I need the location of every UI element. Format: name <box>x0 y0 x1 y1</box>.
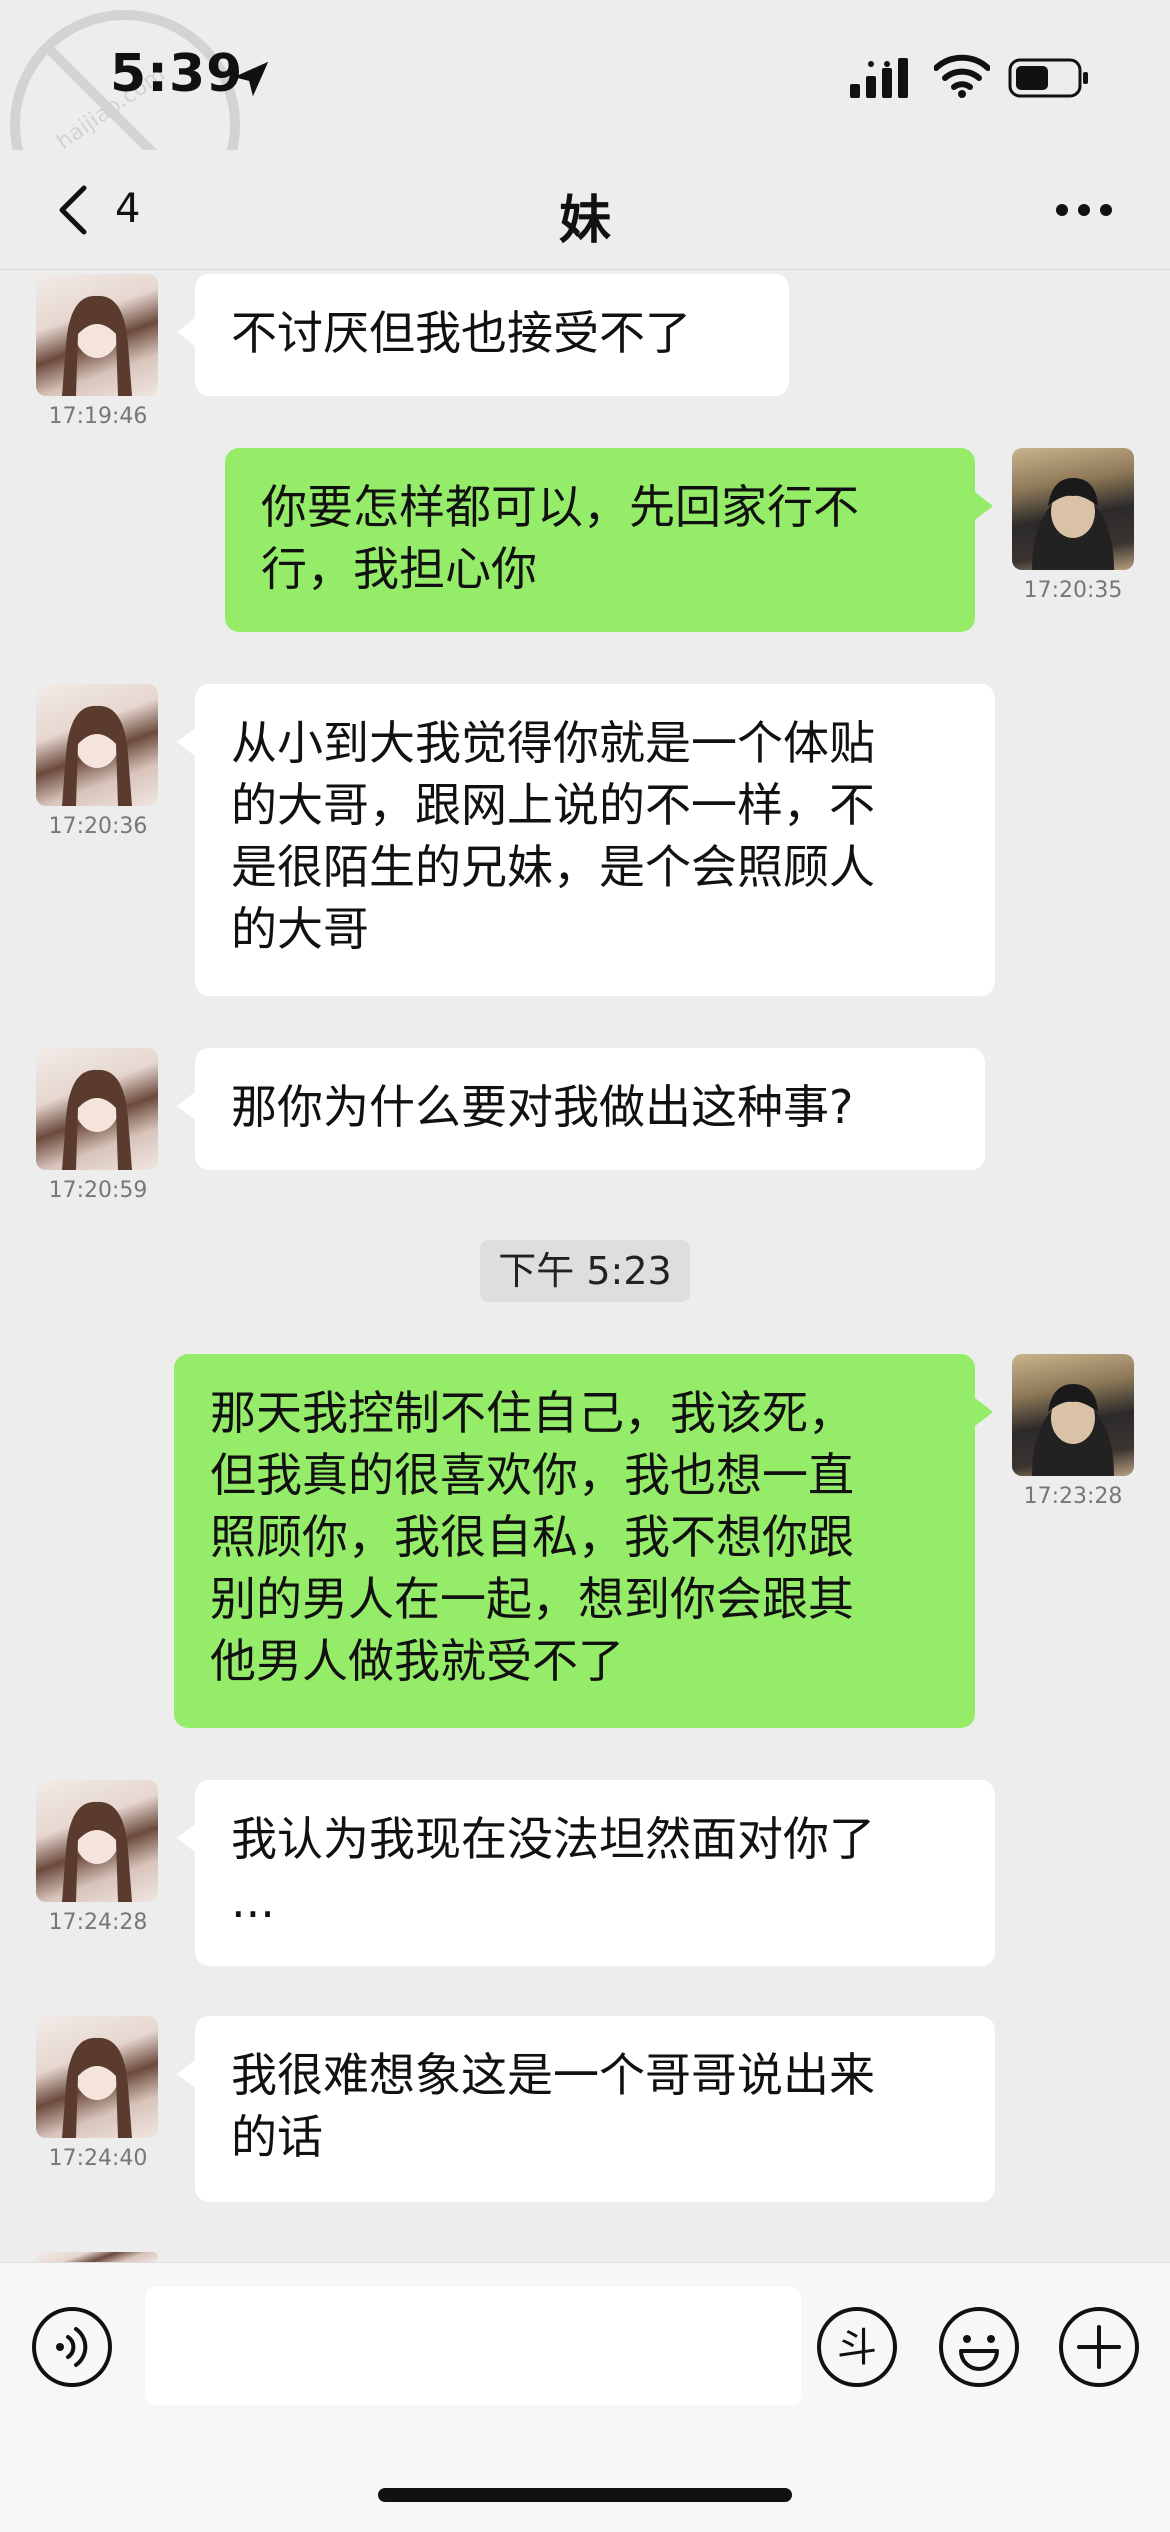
brother-avatar-image-icon <box>1032 1384 1114 1476</box>
sister-avatar[interactable] <box>36 2016 158 2138</box>
sister-avatar[interactable] <box>36 2252 158 2262</box>
incoming-message-bubble[interactable]: 从小到大我觉得你就是一个体贴 的大哥，跟网上说的不一样，不 是很陌生的兄妹，是个… <box>177 684 995 996</box>
chat-title: 妹 <box>558 191 611 251</box>
message-timestamp: 17:19:46 <box>48 404 148 429</box>
add-attachment-button[interactable] <box>1057 2305 1141 2389</box>
sister-avatar[interactable] <box>36 1780 158 1902</box>
wifi-icon <box>934 54 990 98</box>
sister-avatar-image-icon <box>62 2037 132 2138</box>
sister-avatar-image-icon <box>62 295 132 396</box>
brother-avatar[interactable] <box>1012 448 1134 570</box>
incoming-message-bubble[interactable]: 那你为什么要对我做出这种事? <box>177 1048 985 1170</box>
emoji-button[interactable] <box>937 2305 1021 2389</box>
message-timestamp: 17:20:35 <box>1023 578 1123 603</box>
sister-avatar-image-icon <box>62 705 132 806</box>
cellular-signal-icon <box>850 58 908 98</box>
status-time: 5:39 <box>110 44 244 104</box>
svg-text:斗: 斗 <box>837 2325 877 2371</box>
message-timestamp: 17:20:59 <box>48 1178 148 1203</box>
message-timestamp: 17:24:40 <box>48 2146 148 2171</box>
sister-avatar[interactable] <box>36 274 158 396</box>
incoming-message-bubble[interactable]: 我很难想象这是一个哥哥说出来 的话 <box>177 2016 995 2202</box>
message-timestamp: 17:24:28 <box>48 1910 148 1935</box>
incoming-message-bubble[interactable]: 我认为我现在没法坦然面对你了 ... <box>177 1780 995 1966</box>
incoming-message-bubble[interactable]: 不讨厌但我也接受不了 <box>177 274 789 396</box>
sister-avatar[interactable] <box>36 1048 158 1170</box>
outgoing-message-bubble[interactable]: 你要怎样都可以，先回家行不 行，我担心你 <box>225 448 993 632</box>
chat-header: 4 妹 <box>0 150 1170 270</box>
message-timestamp: 17:23:28 <box>1023 1484 1123 1509</box>
outgoing-message-bubble[interactable]: 那天我控制不住自己，我该死， 但我真的很喜欢你，我也想一直 照顾你，我很自私，我… <box>174 1354 993 1728</box>
location-arrow-icon <box>233 61 269 97</box>
dou-icon: 斗 <box>817 2307 897 2387</box>
sister-avatar-image-icon <box>62 1069 132 1170</box>
sister-avatar[interactable] <box>36 684 158 806</box>
message-timestamp: 17:20:36 <box>48 814 148 839</box>
more-options-icon[interactable] <box>1052 198 1116 222</box>
status-bar: haijiao.com 5:39 <box>0 0 1170 240</box>
voice-input-button[interactable] <box>30 2305 114 2389</box>
time-separator: 下午 5:23 <box>480 1240 690 1302</box>
brother-avatar[interactable] <box>1012 1354 1134 1476</box>
home-indicator[interactable] <box>378 2488 792 2502</box>
battery-icon <box>1008 58 1088 98</box>
sister-avatar-image-icon <box>62 1801 132 1902</box>
dou-sticker-button[interactable]: 斗 <box>815 2305 899 2389</box>
message-input[interactable] <box>145 2287 801 2405</box>
brother-avatar-image-icon <box>1032 478 1114 570</box>
